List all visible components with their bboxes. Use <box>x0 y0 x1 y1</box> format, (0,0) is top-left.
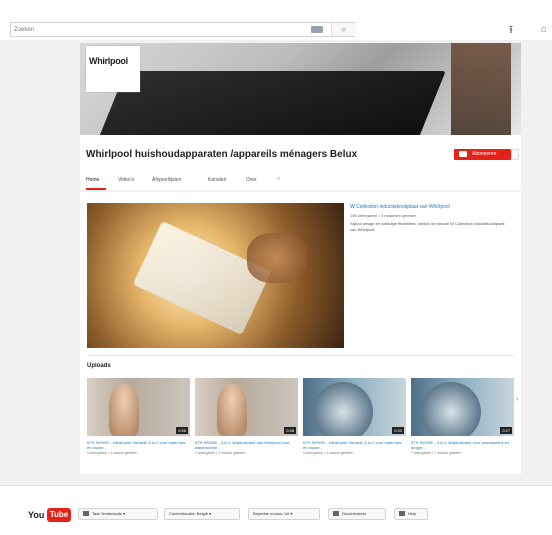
channel-title: Whirlpool huishoudapparaten /appareils m… <box>86 149 358 160</box>
video-meta: 7 weergaven • 1 maand geleden <box>195 451 246 455</box>
search-box[interactable]: Zoeken ⌕ <box>10 22 356 37</box>
tablet-image <box>132 220 272 336</box>
history-icon <box>333 511 339 517</box>
video-thumbnail[interactable]: 0:58 <box>195 378 298 436</box>
video-title[interactable]: 6TH SENSE - Ultrahoher Vorsteel 3-in-1 v… <box>303 440 406 450</box>
search-input[interactable]: Zoeken <box>14 24 34 36</box>
video-title[interactable]: 6TH SENSE - 3-in-1 strijkindicator voor … <box>411 440 514 450</box>
channel-search-icon[interactable]: ⌕ <box>277 176 280 183</box>
video-meta: 7 weergaven • 1 maand geleden <box>411 451 462 455</box>
washing-machine-drum-image <box>421 382 481 436</box>
tab-playlists[interactable]: Afspeellijsten <box>152 177 181 183</box>
tab-about[interactable]: Over <box>246 177 257 183</box>
subscriber-count <box>511 149 519 160</box>
chevron-down-icon: ▾ <box>290 511 293 516</box>
button-label: Taal: Nederlands <box>92 511 123 516</box>
active-tab-indicator <box>86 188 106 190</box>
footer: You Tube Taal: Nederlands ▾ Contentlocat… <box>0 485 552 535</box>
button-label: Contentlocatie: België <box>169 511 208 516</box>
tab-videos[interactable]: Video's <box>118 177 134 183</box>
button-label: Help <box>408 511 417 516</box>
upload-icon[interactable]: ⭱ <box>503 22 519 38</box>
video-duration: 0:27 <box>500 427 512 434</box>
featured-video-title[interactable]: W Collection inductiekookplaat van Whirl… <box>350 204 450 210</box>
tab-channels[interactable]: Kanalen <box>208 177 226 183</box>
keyboard-icon[interactable] <box>311 26 323 33</box>
channel-content: W Collection inductiekookplaat van Whirl… <box>80 192 521 474</box>
content-location-button[interactable]: Contentlocatie: België ▾ <box>164 508 240 520</box>
subscribe-button[interactable]: Abonneren <box>454 149 511 160</box>
button-label: Geschiedenis <box>342 511 367 516</box>
shelf-next-arrow-icon[interactable]: › <box>516 396 518 403</box>
featured-video-thumbnail[interactable] <box>87 203 344 348</box>
person-image <box>217 384 247 436</box>
subscribe-label: Abonneren <box>472 151 497 157</box>
video-meta: 9 weergaven • 1 maand geleden <box>87 451 138 455</box>
video-duration: 0:33 <box>392 427 404 434</box>
channel-banner <box>80 43 521 135</box>
video-title[interactable]: 6TH SENSE - 3-in-1 strijkindicator van W… <box>195 440 298 450</box>
banner-stool-image <box>451 43 511 135</box>
language-icon <box>83 511 89 517</box>
video-title[interactable]: 6TH SENSE - Ultrahoher Vorsteel 3-in-1 v… <box>87 440 190 450</box>
channel-logo[interactable]: Whirlpool <box>86 46 140 92</box>
uploads-shelf: 0:58 6TH SENSE - Ultrahoher Vorsteel 3-i… <box>87 378 521 468</box>
channel-header: Whirlpool huishoudapparaten /appareils m… <box>80 135 521 190</box>
youtube-play-icon <box>459 151 467 157</box>
notifications-icon[interactable]: ⌂ <box>536 22 552 38</box>
video-duration: 0:58 <box>176 427 188 434</box>
language-button[interactable]: Taal: Nederlands ▾ <box>78 508 158 520</box>
help-icon <box>399 511 405 517</box>
uploads-heading[interactable]: Uploads <box>87 363 111 369</box>
logo-you-text: You <box>28 510 45 520</box>
restricted-mode-button[interactable]: Beperkte modus: Uit ▾ <box>248 508 320 520</box>
chevron-down-icon: ▾ <box>209 511 212 516</box>
video-duration: 0:58 <box>284 427 296 434</box>
featured-video-meta: 156 weergaven • 3 maanden geleden <box>350 213 417 218</box>
logo-tube-text: Tube <box>47 508 71 522</box>
search-button[interactable]: ⌕ <box>331 23 356 36</box>
banner-cooktop-image <box>94 71 446 135</box>
help-button[interactable]: Help <box>394 508 428 520</box>
section-divider <box>87 355 514 356</box>
featured-video-description: Stijlvol design en volledige flexibilite… <box>350 221 505 232</box>
logo-text: Whirlpool <box>89 56 128 66</box>
tab-home[interactable]: Home <box>86 177 99 183</box>
chevron-down-icon: ▾ <box>123 511 126 516</box>
video-thumbnail[interactable]: 0:27 <box>411 378 514 436</box>
button-label: Beperkte modus: Uit <box>253 511 290 516</box>
hand-image <box>247 233 307 283</box>
history-button[interactable]: Geschiedenis <box>328 508 386 520</box>
video-meta: 5 weergaven • 1 maand geleden <box>303 451 354 455</box>
video-thumbnail[interactable]: 0:33 <box>303 378 406 436</box>
person-image <box>109 384 139 436</box>
washing-machine-drum-image <box>313 382 373 436</box>
video-thumbnail[interactable]: 0:58 <box>87 378 190 436</box>
